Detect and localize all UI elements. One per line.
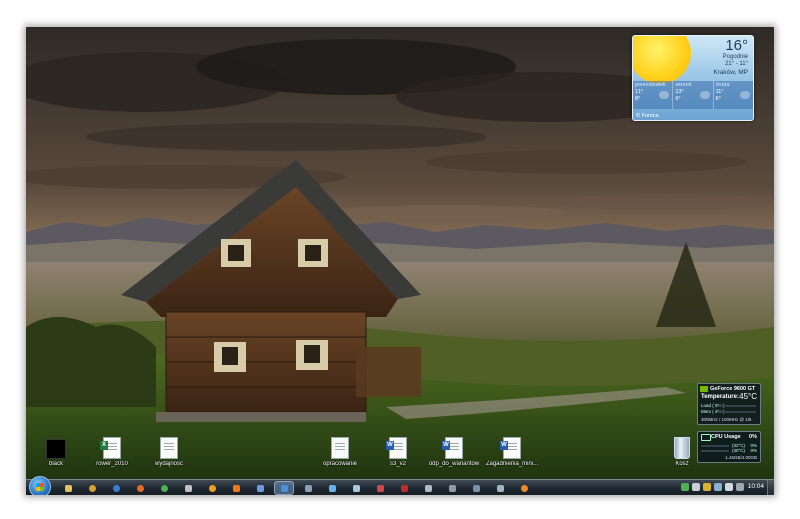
program-icon (472, 484, 480, 492)
program-icon (424, 484, 432, 492)
cpu-total-usage: 0% (749, 434, 757, 440)
taskbar-app-icon[interactable] (326, 482, 338, 494)
cpu-core-usage: 0% (750, 448, 757, 453)
show-desktop-button[interactable] (767, 480, 774, 495)
word-file-icon: W (442, 437, 463, 459)
desktop-icon-odp-do-wariantow[interactable]: W odp_do_wariantow (424, 437, 484, 467)
taskbar-clock[interactable]: 10:04 (748, 483, 764, 490)
taskbar-app-icon[interactable] (422, 482, 434, 494)
desktop-icon-opracowanie[interactable]: opracowanie (310, 437, 370, 467)
forecast-day: poniedziałek 11° 8° (633, 81, 674, 109)
cpu-core-temp: (30°C) (732, 448, 746, 453)
tray-icon[interactable] (703, 483, 711, 491)
cpu-title: CPU Usage (711, 434, 741, 440)
recycle-bin-icon (674, 437, 690, 459)
text-file-icon (160, 437, 178, 459)
weather-location: Kraków, MP (713, 69, 748, 76)
taskbar-app-icon[interactable] (230, 482, 242, 494)
program-icon (448, 484, 456, 492)
desktop-icon-zagadnienia[interactable]: W Zagadnienia_mini... (482, 437, 542, 467)
word-file-icon: W (500, 437, 521, 459)
nvidia-logo-icon (700, 386, 708, 392)
gpu-temperature-label: Temperature: (701, 394, 739, 400)
program-icon (520, 484, 528, 492)
desktop-icon-rower-2010[interactable]: X rower_2010 (82, 437, 142, 467)
taskbar-app-icon[interactable] (350, 482, 362, 494)
gpu-clocks: 300MHz / 100MHz @ 1l6 (701, 417, 752, 422)
system-tray[interactable] (681, 483, 744, 493)
program-icon (256, 484, 264, 492)
tray-icon[interactable] (736, 483, 744, 491)
chrome-icon (160, 484, 168, 492)
firefox-icon (136, 484, 144, 492)
browser-icon (112, 484, 120, 492)
taskbar-app-icon[interactable] (446, 482, 458, 494)
taskbar-app-icon[interactable] (206, 482, 218, 494)
program-icon (208, 484, 216, 492)
tray-icon[interactable] (681, 483, 689, 491)
weather-condition: Pogodnie 21° - 11° (722, 54, 748, 67)
document-file-icon (331, 437, 349, 459)
taskbar-app-icon[interactable] (494, 482, 506, 494)
weather-provider[interactable]: © Foreca (636, 113, 659, 119)
program-icon (184, 484, 192, 492)
taskbar-app-icon[interactable] (182, 482, 194, 494)
program-icon (88, 484, 96, 492)
gpu-load-bar (718, 405, 756, 407)
program-icon (400, 484, 408, 492)
taskbar-app-icon[interactable] (398, 482, 410, 494)
cloud-icon (739, 91, 750, 99)
desktop-icon-recycle-bin[interactable]: Kosz (652, 437, 712, 467)
cloud-icon (699, 91, 710, 99)
gpu-mem-bar (718, 411, 756, 413)
taskbar-app-icon[interactable] (518, 482, 530, 494)
program-icon (376, 484, 384, 492)
gpu-monitor-gadget[interactable]: GeForce 9600 GT Temperature: 45°C Load (… (697, 383, 761, 425)
taskbar-app-icon[interactable] (302, 482, 314, 494)
desktop-icon-s3-v2[interactable]: W s3_v2 (368, 437, 428, 467)
program-icon (304, 484, 312, 492)
taskbar-app-icon[interactable] (374, 482, 386, 494)
vlc-icon (232, 484, 240, 492)
volume-icon[interactable] (725, 483, 733, 491)
taskbar-app-icon[interactable] (86, 482, 98, 494)
program-icon (280, 484, 288, 492)
desktop[interactable]: 16° Pogodnie 21° - 11° Kraków, MP ponied… (26, 27, 774, 495)
memory-usage: 1.46GB/4.00GB (725, 455, 757, 460)
weather-gadget[interactable]: 16° Pogodnie 21° - 11° Kraków, MP ponied… (632, 35, 754, 121)
forecast-days: poniedziałek 11° 8° wtorek 13° 6° środa … (633, 81, 753, 109)
taskbar-app-icon[interactable] (110, 482, 122, 494)
desktop-icon-black[interactable]: black (26, 439, 86, 467)
taskbar-app-icon[interactable] (254, 482, 266, 494)
taskbar-app-icon[interactable] (134, 482, 146, 494)
taskbar-app-icon[interactable] (470, 482, 482, 494)
excel-file-icon: X (100, 437, 121, 459)
current-temperature: 16° (725, 37, 748, 54)
sunny-weather-icon (633, 36, 691, 84)
taskbar-app-icon-active[interactable] (274, 481, 294, 495)
program-icon (328, 484, 336, 492)
start-button[interactable] (29, 476, 51, 495)
forecast-day: wtorek 13° 6° (673, 81, 714, 109)
gpu-temperature-value: 45°C (739, 392, 757, 401)
desktop-icon-wydajnosc[interactable]: wydajnosc (139, 437, 199, 467)
black-folder-icon (46, 439, 66, 459)
program-icon (352, 484, 360, 492)
word-file-icon: W (386, 437, 407, 459)
taskbar-app-icon[interactable] (62, 482, 74, 494)
explorer-icon (64, 484, 72, 492)
program-icon (496, 484, 504, 492)
forecast-day: środa 11° 6° (714, 81, 753, 109)
network-icon[interactable] (714, 483, 722, 491)
taskbar-app-icon[interactable] (158, 482, 170, 494)
taskbar[interactable]: 10:04 (26, 476, 774, 495)
tray-icon[interactable] (692, 483, 700, 491)
cloud-icon (659, 91, 670, 99)
